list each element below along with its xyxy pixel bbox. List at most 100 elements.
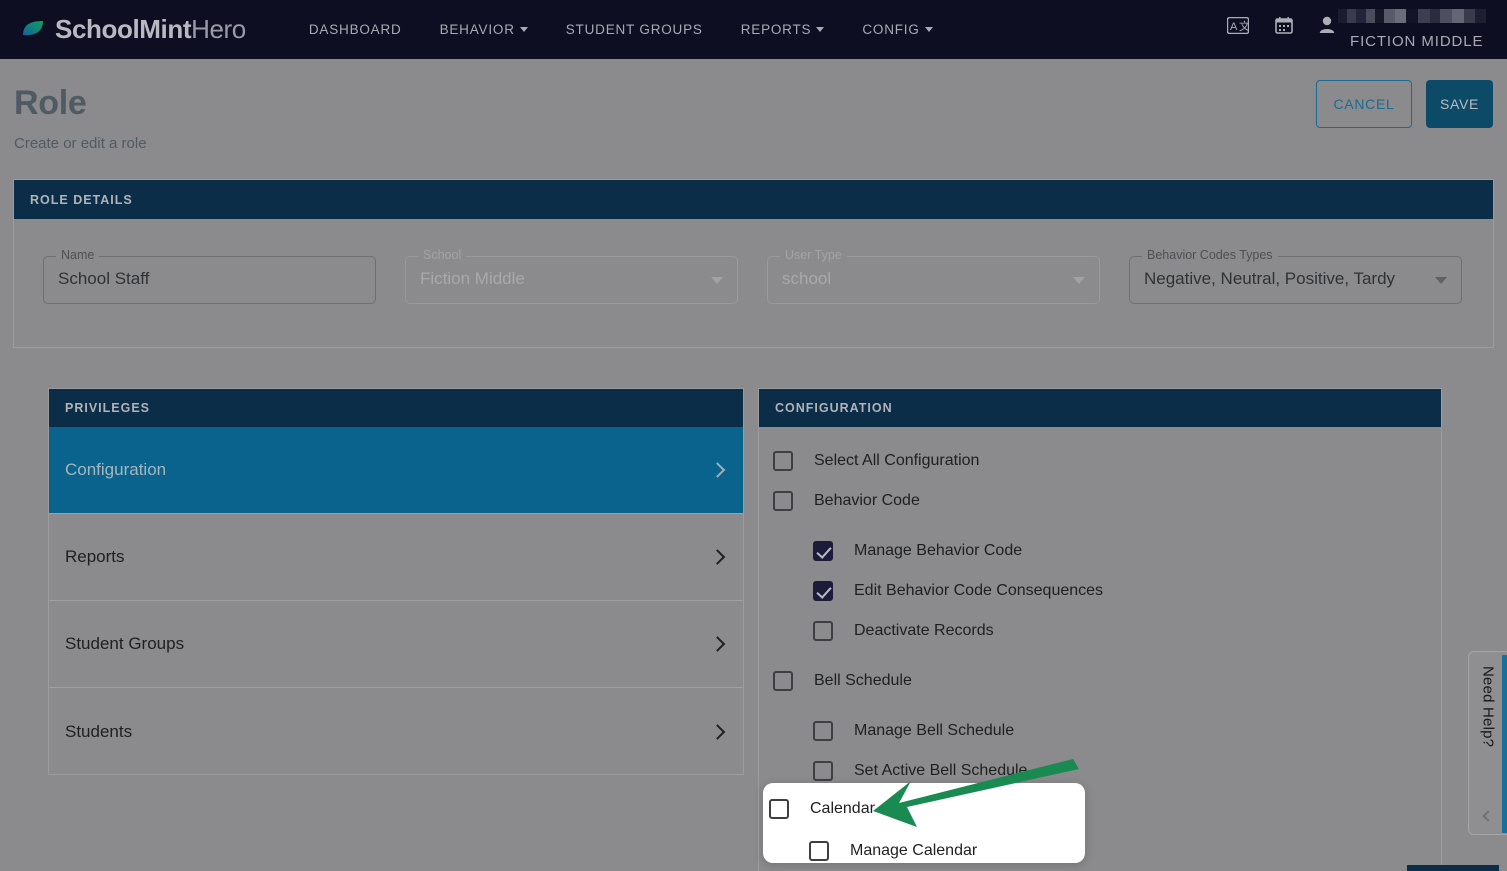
checkbox-row-behavior-code[interactable]: Behavior Code: [759, 481, 1441, 521]
privilege-item-students-label: Students: [65, 721, 133, 741]
nav-item-config[interactable]: CONFIG: [843, 22, 951, 37]
user-icon[interactable]: [1319, 16, 1335, 39]
privilege-item-students[interactable]: Students: [49, 688, 743, 775]
nav-item-dashboard[interactable]: DASHBOARD: [290, 22, 421, 37]
calendar-highlight-callout: Calendar Manage Calendar: [763, 783, 1085, 863]
top-navigation-bar: SchoolMintHero DASHBOARD BEHAVIOR STUDEN…: [0, 0, 1507, 59]
checkbox-label: Set Active Bell Schedule: [854, 762, 1028, 779]
vertical-scrollbar[interactable]: [1502, 655, 1507, 833]
checkbox-label: Manage Calendar: [850, 842, 978, 859]
privilege-item-student-groups[interactable]: Student Groups: [49, 601, 743, 688]
privilege-item-configuration-label: Configuration: [65, 460, 167, 479]
checkbox-row-edit-behavior-code-consequences[interactable]: Edit Behavior Code Consequences: [759, 571, 1441, 611]
top-right-area: A 文 FICTION MIDDLE: [1177, 0, 1507, 59]
nav-item-behavior[interactable]: BEHAVIOR: [421, 22, 547, 37]
checkbox-edit-behavior-code-consequences[interactable]: [813, 581, 833, 601]
user-type-select[interactable]: User Type school: [767, 248, 1100, 304]
checkbox-manage-behavior-code[interactable]: [813, 541, 833, 561]
nav-item-student-groups[interactable]: STUDENT GROUPS: [547, 22, 722, 37]
checkbox-row-deactivate-records[interactable]: Deactivate Records: [759, 611, 1441, 651]
svg-text:A: A: [1230, 21, 1238, 33]
behavior-codes-types-label: Behavior Codes Types: [1142, 248, 1278, 262]
checkbox-behavior-code[interactable]: [773, 491, 793, 511]
checkbox-row-manage-behavior-code[interactable]: Manage Behavior Code: [759, 531, 1441, 571]
school-select-label: School: [418, 248, 467, 262]
nav-item-reports[interactable]: REPORTS: [722, 22, 844, 37]
school-select-value: Fiction Middle: [420, 269, 525, 288]
privilege-item-student-groups-label: Student Groups: [65, 634, 185, 653]
chevron-left-icon: [1482, 810, 1494, 822]
checkbox-deactivate-records[interactable]: [813, 621, 833, 641]
calendar-icon[interactable]: [1275, 16, 1293, 39]
bottom-panel-stub: [1407, 865, 1499, 871]
user-type-select-label: User Type: [780, 248, 847, 262]
checkbox-row-select-all-configuration[interactable]: Select All Configuration: [759, 441, 1441, 481]
name-field[interactable]: Name School Staff: [43, 248, 376, 304]
chevron-down-icon: [711, 277, 723, 284]
name-field-value: School Staff: [58, 269, 150, 288]
checkbox-row-bell-schedule[interactable]: Bell Schedule: [759, 661, 1441, 701]
page-subtitle: Create or edit a role: [14, 135, 147, 152]
redacted-username: [1338, 9, 1486, 23]
leaf-icon: [20, 16, 47, 43]
checkbox-label: Bell Schedule: [814, 672, 912, 689]
need-help-label: Need Help?: [1479, 666, 1497, 748]
nav-item-behavior-label: BEHAVIOR: [439, 22, 515, 37]
checkbox-label: Edit Behavior Code Consequences: [854, 582, 1104, 599]
checkbox-label: Select All Configuration: [814, 452, 980, 469]
school-name-label: FICTION MIDDLE: [1350, 33, 1484, 50]
nav-item-config-label: CONFIG: [862, 22, 920, 37]
configuration-checkbox-list: Select All Configuration Behavior Code M…: [759, 427, 1441, 791]
chevron-down-icon: [1073, 277, 1085, 284]
privilege-item-configuration[interactable]: Configuration: [49, 427, 743, 514]
chevron-down-icon: [1435, 277, 1447, 284]
chevron-right-icon: [709, 549, 726, 565]
chevron-right-icon: [709, 462, 726, 478]
brand-logo[interactable]: SchoolMintHero: [20, 14, 246, 45]
cancel-button[interactable]: CANCEL: [1316, 80, 1412, 128]
nav-item-dashboard-label: DASHBOARD: [308, 22, 402, 37]
page-title: Role: [14, 84, 87, 122]
checkbox-label: Deactivate Records: [854, 622, 994, 639]
configuration-header: CONFIGURATION: [759, 389, 1441, 427]
save-button[interactable]: SAVE: [1426, 80, 1493, 128]
role-details-card: ROLE DETAILS Name School Staff School Fi…: [13, 179, 1494, 348]
privileges-panel: PRIVILEGES Configuration Reports Student…: [48, 388, 744, 775]
chevron-right-icon: [709, 636, 726, 652]
chevron-right-icon: [709, 723, 726, 740]
checkbox-label: Calendar: [810, 800, 875, 817]
privileges-list: Configuration Reports Student Groups Stu…: [49, 427, 743, 775]
school-select[interactable]: School Fiction Middle: [405, 248, 738, 304]
checkbox-label: Manage Bell Schedule: [854, 722, 1015, 739]
name-field-label: Name: [56, 248, 100, 262]
checkbox-row-manage-bell-schedule[interactable]: Manage Bell Schedule: [759, 711, 1441, 751]
nav-links: DASHBOARD BEHAVIOR STUDENT GROUPS REPORT…: [290, 22, 952, 37]
privilege-item-reports[interactable]: Reports: [49, 514, 743, 601]
checkbox-bell-schedule[interactable]: [773, 671, 793, 691]
chevron-down-icon: [924, 27, 933, 32]
checkbox-row-manage-calendar[interactable]: Manage Calendar: [763, 831, 977, 871]
behavior-codes-types-select[interactable]: Behavior Codes Types Negative, Neutral, …: [1129, 248, 1462, 304]
user-type-select-value: school: [782, 269, 832, 288]
privileges-header: PRIVILEGES: [49, 389, 743, 427]
role-details-fields: Name School Staff School Fiction Middle …: [14, 219, 1493, 348]
checkbox-manage-bell-schedule[interactable]: [813, 721, 833, 741]
brand-name-bold: SchoolMint: [55, 14, 192, 44]
checkbox-label: Manage Behavior Code: [854, 542, 1023, 559]
behavior-codes-types-value: Negative, Neutral, Positive, Tardy: [1144, 269, 1396, 288]
chevron-down-icon: [816, 27, 825, 32]
checkbox-row-calendar[interactable]: Calendar: [763, 789, 875, 829]
checkbox-select-all-configuration[interactable]: [773, 451, 793, 471]
checkbox-manage-calendar[interactable]: [809, 841, 829, 861]
checkbox-label: Behavior Code: [814, 492, 920, 509]
checkbox-calendar[interactable]: [769, 799, 789, 819]
privilege-item-reports-label: Reports: [65, 547, 125, 566]
svg-text:文: 文: [1239, 19, 1249, 33]
checkbox-set-active-bell-schedule[interactable]: [813, 761, 833, 781]
role-details-header: ROLE DETAILS: [14, 180, 1493, 219]
chevron-down-icon: [519, 27, 528, 32]
nav-item-student-groups-label: STUDENT GROUPS: [565, 22, 703, 37]
translate-icon[interactable]: A 文: [1226, 16, 1250, 39]
